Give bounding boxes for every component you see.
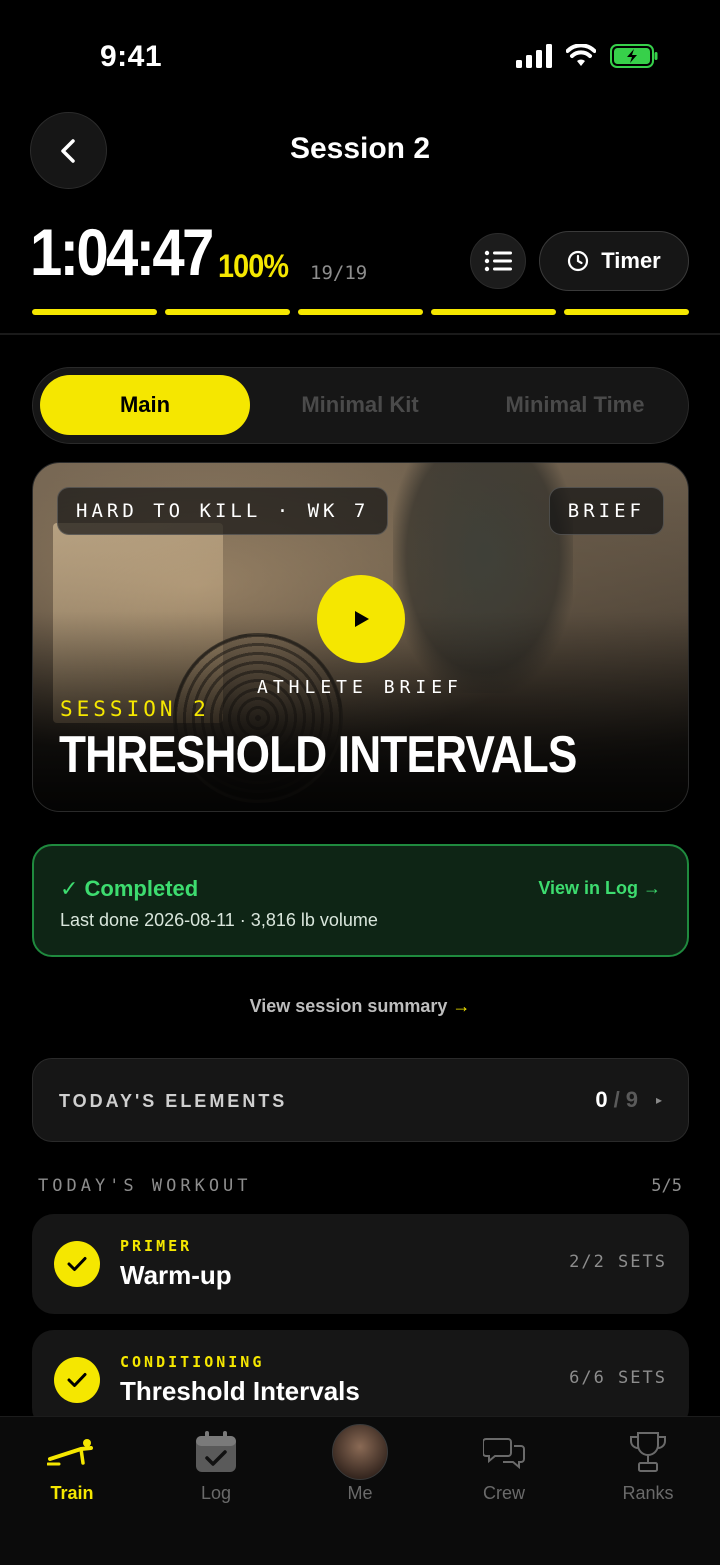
segment-main[interactable]: Main	[40, 375, 250, 435]
signal-icon	[516, 44, 552, 68]
check-icon[interactable]	[54, 1357, 100, 1403]
status-bar: 9:41	[0, 0, 720, 110]
pushup-icon	[47, 1427, 97, 1477]
tab-label: Log	[200, 1483, 232, 1503]
athlete-brief-label: ATHLETE BRIEF	[257, 677, 463, 698]
wifi-icon	[566, 44, 596, 66]
elements-total: 9	[625, 1087, 638, 1112]
session-hero-card[interactable]: HARD TO KILL · WK 7 BRIEF ATHLETE BRIEF …	[32, 462, 689, 812]
clock-icon	[568, 250, 589, 272]
workout-count: 5/5	[651, 1176, 682, 1196]
segment-minimal-time[interactable]: Minimal Time	[470, 375, 680, 435]
tab-log[interactable]: Log	[144, 1427, 288, 1517]
elements-slash: /	[613, 1087, 620, 1112]
tab-label: Ranks	[622, 1483, 674, 1503]
timer-label: Timer	[601, 248, 661, 273]
progress-segment	[32, 309, 157, 315]
avatar	[332, 1424, 388, 1480]
progress-bar	[32, 309, 689, 315]
divider	[0, 333, 720, 335]
status-icons	[516, 44, 658, 68]
completed-subtitle: Last done 2026-08-11 · 3,816 lb volume	[60, 910, 378, 930]
progress-segment	[431, 309, 556, 315]
completed-title: ✓ Completed	[60, 876, 199, 901]
exercise-card[interactable]: PRIMER Warm-up 2/2 SETS	[32, 1214, 689, 1314]
progress-segment	[564, 309, 689, 315]
exercise-card[interactable]: CONDITIONING Threshold Intervals 6/6 SET…	[32, 1330, 689, 1430]
chat-bubbles-icon	[483, 1427, 525, 1477]
caret-right-icon: ▸	[655, 1093, 662, 1107]
progress-segment	[298, 309, 423, 315]
exercise-kicker: CONDITIONING	[120, 1353, 265, 1371]
tab-label: Crew	[482, 1483, 525, 1503]
todays-elements-row[interactable]: TODAY'S ELEMENTS 0 / 9 ▸	[32, 1058, 689, 1142]
exercise-sets: 6/6 SETS	[569, 1368, 667, 1388]
exercise-name: Threshold Intervals	[120, 1376, 360, 1406]
play-button[interactable]	[317, 575, 405, 663]
arrow-right-icon: →	[452, 996, 471, 1016]
segment-minimal-kit[interactable]: Minimal Kit	[255, 375, 465, 435]
calendar-check-icon	[194, 1427, 238, 1477]
list-icon	[484, 250, 512, 272]
timer-button[interactable]: Timer	[539, 231, 689, 291]
elements-done: 0	[595, 1087, 608, 1112]
tab-label: Me	[347, 1483, 373, 1503]
exercise-sets: 2/2 SETS	[569, 1252, 667, 1272]
list-button[interactable]	[470, 233, 526, 289]
sets-count: 19/19	[310, 262, 368, 284]
elements-count: 0 / 9 ▸	[595, 1087, 662, 1113]
session-name: THRESHOLD INTERVALS	[59, 726, 577, 784]
variant-segmented-control: Main Minimal Kit Minimal Time	[32, 367, 689, 444]
battery-icon	[610, 44, 658, 68]
workout-heading: TODAY'S WORKOUT	[38, 1176, 252, 1196]
tab-label: Train	[50, 1483, 94, 1503]
tab-me[interactable]: Me	[288, 1424, 432, 1517]
completion-percent: 100%	[218, 248, 289, 284]
trophy-icon	[627, 1427, 669, 1477]
tab-bar: Train Log Me Crew Ranks	[0, 1416, 720, 1565]
status-time: 9:41	[100, 40, 163, 73]
play-icon	[355, 611, 369, 627]
session-kicker: SESSION 2	[60, 697, 210, 721]
tab-ranks[interactable]: Ranks	[576, 1427, 720, 1517]
check-icon[interactable]	[54, 1241, 100, 1287]
completed-card: ✓ Completed Last done 2026-08-11 · 3,816…	[32, 844, 689, 957]
view-session-summary-link[interactable]: View session summary →	[0, 996, 720, 1017]
exercise-name: Warm-up	[120, 1260, 232, 1290]
elements-label: TODAY'S ELEMENTS	[59, 1091, 288, 1111]
progress-segment	[165, 309, 290, 315]
program-tag: HARD TO KILL · WK 7	[57, 487, 389, 535]
tab-crew[interactable]: Crew	[432, 1427, 576, 1517]
elapsed-time: 1:04:47	[30, 215, 214, 289]
summary-label: View session summary	[249, 996, 448, 1016]
page-title: Session 2	[289, 132, 431, 165]
brief-tag[interactable]: BRIEF	[548, 487, 664, 535]
exercise-kicker: PRIMER	[120, 1237, 193, 1255]
view-in-log-link[interactable]: View in Log →	[538, 878, 661, 899]
tab-train[interactable]: Train	[0, 1427, 144, 1517]
